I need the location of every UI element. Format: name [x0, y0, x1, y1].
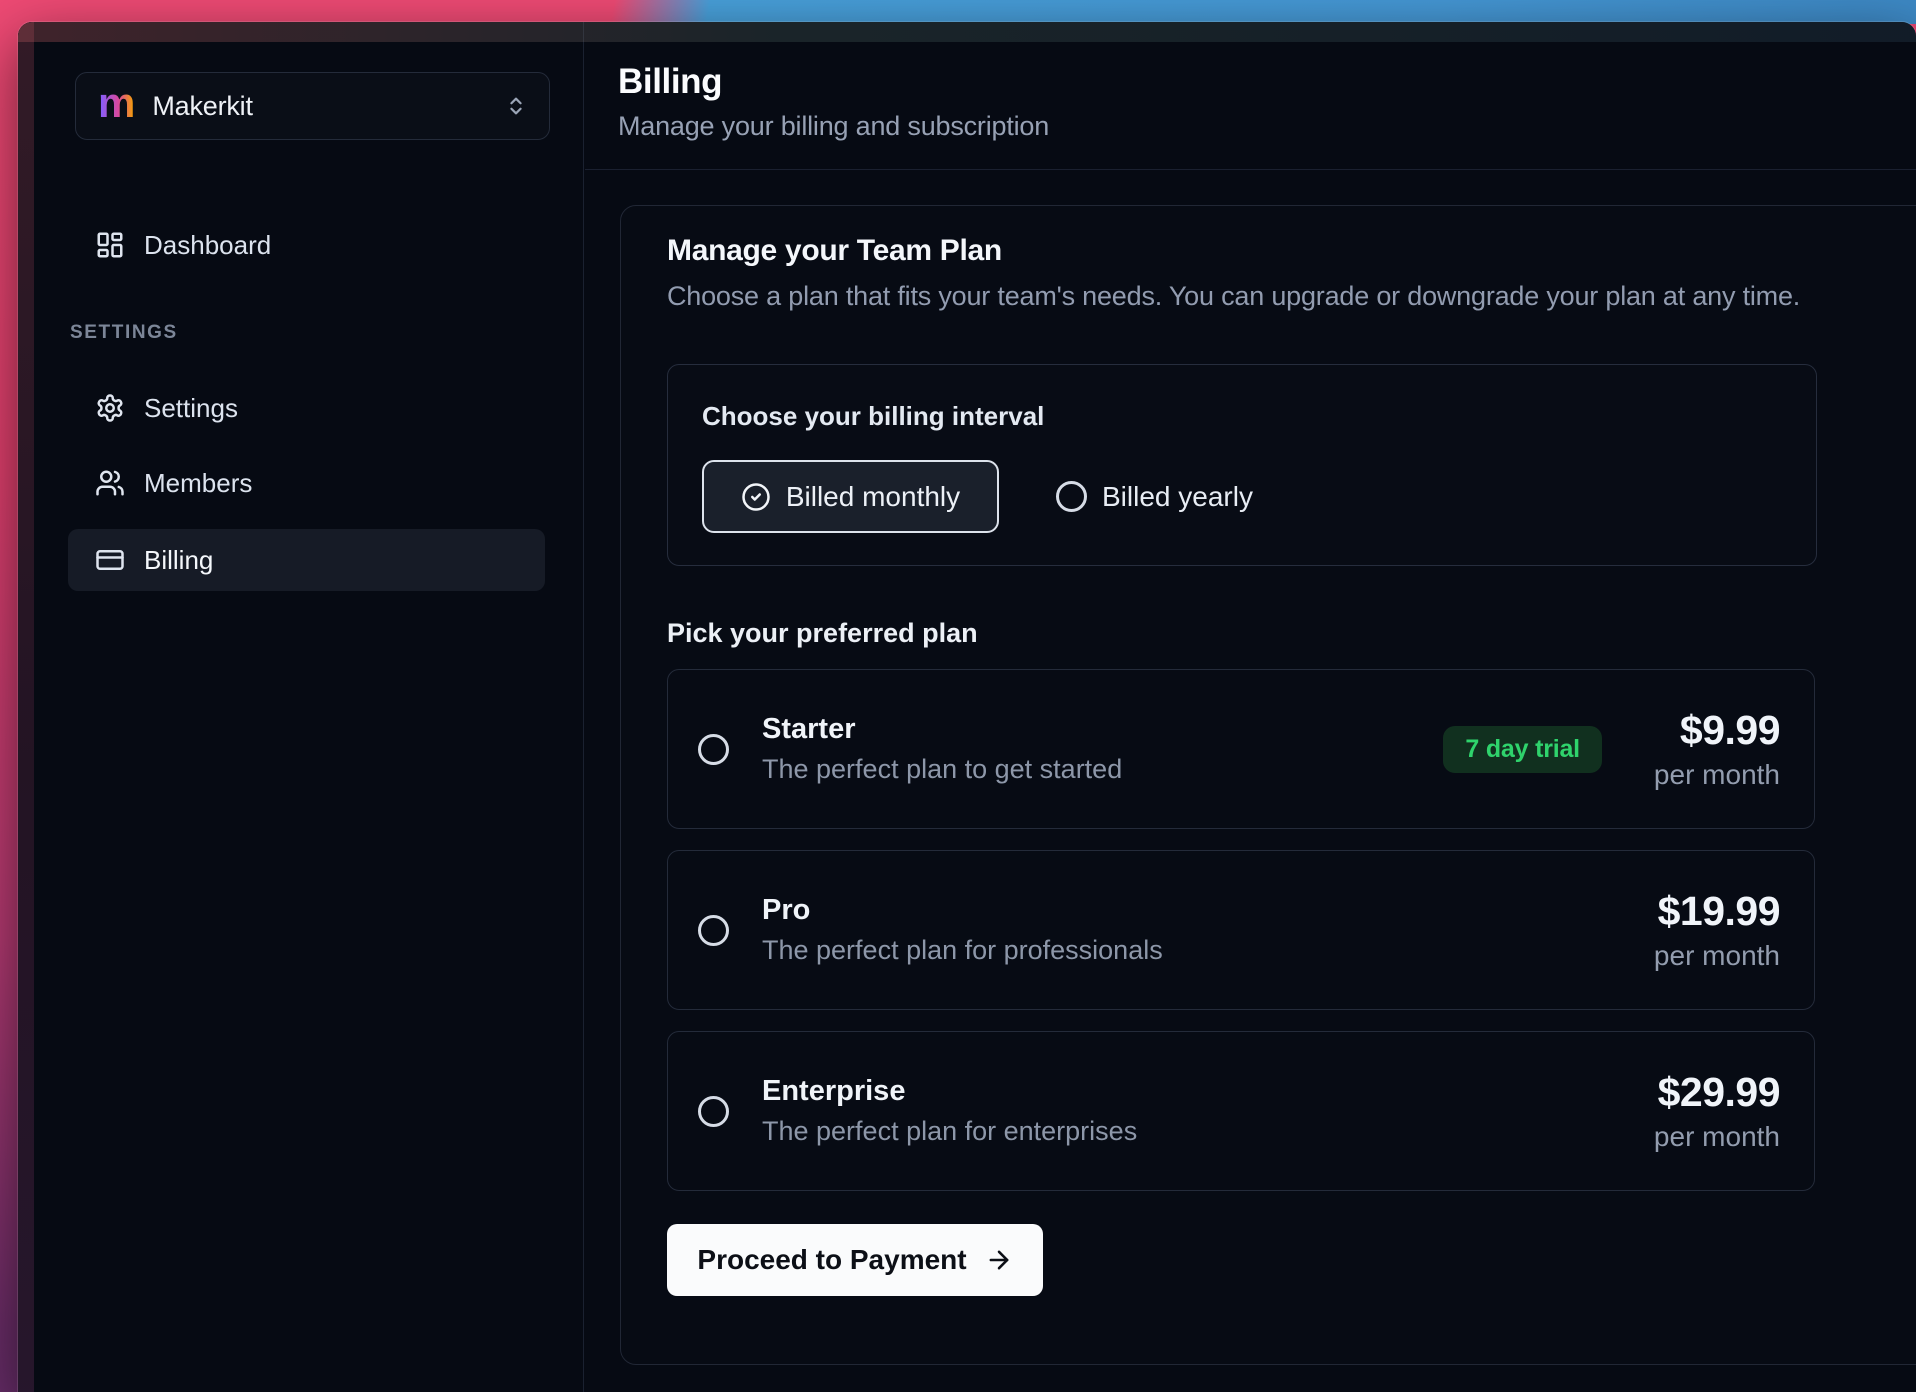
sidebar-item-label: Settings — [144, 393, 238, 424]
plan-row-starter[interactable]: Starter The perfect plan to get started … — [667, 669, 1815, 829]
page-title: Billing — [618, 62, 1916, 102]
plan-description: The perfect plan to get started — [762, 754, 1122, 785]
plan-name: Enterprise — [762, 1075, 1137, 1108]
plan-description: The perfect plan for professionals — [762, 935, 1163, 966]
plan-name: Starter — [762, 713, 1122, 746]
sidebar-item-label: Dashboard — [144, 230, 271, 261]
billing-interval-box: Choose your billing interval Billed mont… — [667, 364, 1817, 566]
plan-name: Pro — [762, 894, 1163, 927]
sidebar-item-billing[interactable]: Billing — [68, 529, 545, 591]
credit-card-icon — [95, 545, 125, 575]
plan-period: per month — [1654, 1121, 1780, 1153]
billed-monthly-option[interactable]: Billed monthly — [702, 460, 999, 533]
dashboard-icon — [95, 230, 125, 260]
page-header: Billing Manage your billing and subscrip… — [585, 22, 1916, 170]
sidebar-item-label: Members — [144, 468, 252, 499]
card-description: Choose a plan that fits your team's need… — [667, 281, 1903, 312]
proceed-to-payment-button[interactable]: Proceed to Payment — [667, 1224, 1043, 1296]
billed-yearly-label: Billed yearly — [1102, 481, 1253, 513]
plan-list: Starter The perfect plan to get started … — [667, 669, 1903, 1191]
sidebar-section-settings: SETTINGS — [70, 322, 470, 344]
plan-price: $29.99 — [1654, 1069, 1780, 1116]
plan-row-enterprise[interactable]: Enterprise The perfect plan for enterpri… — [667, 1031, 1815, 1191]
billing-interval-options: Billed monthly Billed yearly — [702, 460, 1782, 533]
users-icon — [95, 468, 125, 498]
gear-icon — [95, 393, 125, 423]
plans-label: Pick your preferred plan — [667, 618, 1903, 649]
radio-circle-icon[interactable] — [698, 1096, 729, 1127]
desktop-wallpaper — [0, 0, 1916, 24]
sidebar-item-dashboard[interactable]: Dashboard — [68, 214, 545, 276]
chevrons-up-down-icon — [505, 95, 527, 117]
circle-check-icon — [741, 482, 771, 512]
radio-circle-icon — [1056, 481, 1087, 512]
makerkit-logo-icon: m — [98, 82, 135, 124]
plan-period: per month — [1654, 940, 1780, 972]
plan-price: $19.99 — [1654, 888, 1780, 935]
plan-price: $9.99 — [1654, 707, 1780, 754]
billed-yearly-option[interactable]: Billed yearly — [1056, 481, 1253, 513]
team-plan-card: Manage your Team Plan Choose a plan that… — [620, 205, 1916, 1365]
trial-badge: 7 day trial — [1443, 726, 1602, 773]
arrow-right-icon — [985, 1246, 1013, 1274]
page-subtitle: Manage your billing and subscription — [618, 111, 1916, 142]
radio-circle-icon[interactable] — [698, 734, 729, 765]
sidebar: m Makerkit Dashboard SETTINGS Settings M… — [18, 22, 584, 1392]
sidebar-item-settings[interactable]: Settings — [68, 377, 545, 439]
app-window: m Makerkit Dashboard SETTINGS Settings M… — [18, 22, 1916, 1392]
card-title: Manage your Team Plan — [667, 234, 1903, 268]
billed-monthly-label: Billed monthly — [786, 481, 960, 513]
plan-row-pro[interactable]: Pro The perfect plan for professionals $… — [667, 850, 1815, 1010]
sidebar-item-label: Billing — [144, 545, 213, 576]
radio-circle-icon[interactable] — [698, 915, 729, 946]
plan-period: per month — [1654, 759, 1780, 791]
plan-description: The perfect plan for enterprises — [762, 1116, 1137, 1147]
sidebar-item-members[interactable]: Members — [68, 452, 545, 514]
main-content: Billing Manage your billing and subscrip… — [585, 22, 1916, 1392]
billing-interval-label: Choose your billing interval — [702, 401, 1782, 432]
workspace-name: Makerkit — [152, 91, 252, 122]
proceed-to-payment-label: Proceed to Payment — [697, 1244, 966, 1276]
workspace-selector[interactable]: m Makerkit — [75, 72, 550, 140]
